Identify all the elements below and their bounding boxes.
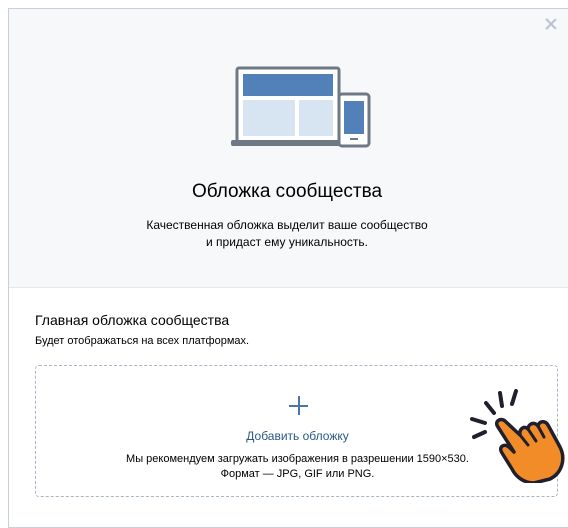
section-description: Будет отображаться на всех платформах. [35,335,250,347]
pointing-hand-icon [470,389,565,483]
devices-illustration-icon [231,66,371,148]
page-title: Обложка сообщества [191,181,383,202]
subtitle-line-2: и придаст ему уникальность. [206,235,368,249]
section-title: Главная обложка сообщества [35,312,230,328]
close-icon[interactable] [544,17,558,31]
plus-icon[interactable] [289,396,308,415]
page-subtitle: Качественная обложка выделит ваше сообще… [9,217,565,251]
subtitle-line-1: Качественная обложка выделит ваше сообще… [146,218,428,232]
modal-header-area: Обложка сообщества Качественная обложка … [9,9,568,288]
